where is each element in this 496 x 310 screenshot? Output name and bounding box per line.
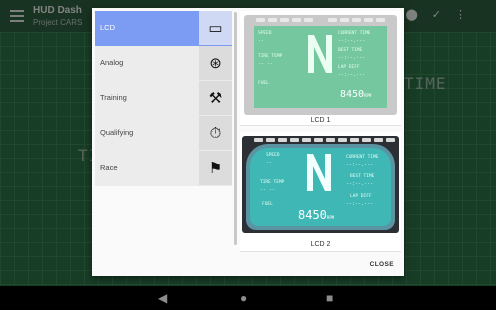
checkered-flag-icon: ⚑: [199, 151, 232, 185]
gear-indicator: [307, 154, 331, 191]
lcd-1-screen: SPEED -- TIRE TEMP -- -- FUEL CURRENT TI…: [254, 26, 387, 108]
list-scrollbar[interactable]: [234, 12, 237, 245]
current-time-value: --:--.---: [338, 38, 366, 44]
lap-diff-value: --:--.---: [338, 72, 366, 78]
stopwatch-icon: ⏱: [199, 116, 232, 150]
tools-icon: ⚒: [199, 81, 232, 115]
preview-caption: LCD 2: [310, 241, 331, 248]
best-time-label: BEST TIME: [350, 174, 375, 179]
category-label: Analog: [100, 58, 124, 67]
close-button[interactable]: CLOSE: [370, 261, 394, 268]
category-item-race[interactable]: Race ⚑: [95, 151, 232, 186]
gauge-icon: ⊛: [199, 46, 232, 80]
category-label: Race: [100, 163, 118, 172]
rpm-readout: 8450RPM: [298, 208, 335, 222]
speed-value: --: [258, 38, 265, 44]
lcd-2-thumbnail: SPEED -- TIRE TEMP -- -- FUEL CURRENT TI…: [242, 136, 399, 233]
category-item-analog[interactable]: Analog ⊛: [95, 46, 232, 81]
lcd-2-bezel: SPEED -- TIRE TEMP -- -- FUEL CURRENT TI…: [246, 144, 395, 230]
category-label: Training: [100, 93, 127, 102]
lcd-1-thumbnail: SPEED -- TIRE TEMP -- -- FUEL CURRENT TI…: [244, 15, 397, 115]
best-time-value: --:--.---: [338, 55, 366, 61]
fuel-label: FUEL: [262, 202, 273, 207]
gear-indicator: [308, 35, 332, 73]
tire-temp-value: -- --: [258, 61, 274, 67]
tire-temp-label: TIRE TEMP: [258, 54, 283, 59]
category-item-lcd[interactable]: LCD ▭: [95, 11, 232, 46]
tire-temp-label: TIRE TEMP: [260, 180, 285, 185]
fuel-label: FUEL: [258, 81, 269, 86]
lap-diff-label: LAP DIFF: [350, 194, 372, 199]
layout-category-list: LCD ▭ Analog ⊛ Training ⚒ Qualifying ⏱ R…: [95, 11, 232, 186]
lap-diff-value: --:--.---: [346, 201, 374, 207]
current-time-label: CURRENT TIME: [338, 31, 371, 36]
current-time-value: --:--.---: [346, 162, 374, 168]
best-time-label: BEST TIME: [338, 48, 363, 53]
tire-temp-value: -- --: [260, 187, 276, 193]
lap-diff-label: LAP DIFF: [338, 65, 360, 70]
lcd-2-screen: SPEED -- TIRE TEMP -- -- FUEL CURRENT TI…: [250, 148, 391, 226]
category-item-training[interactable]: Training ⚒: [95, 81, 232, 116]
category-item-qualifying[interactable]: Qualifying ⏱: [95, 116, 232, 151]
best-time-value: --:--.---: [346, 181, 374, 187]
current-time-label: CURRENT TIME: [346, 155, 379, 160]
category-label: Qualifying: [100, 128, 134, 137]
speed-label: SPEED: [266, 153, 280, 158]
preview-lcd-2[interactable]: SPEED -- TIRE TEMP -- -- FUEL CURRENT TI…: [240, 132, 401, 252]
rectangle-icon: ▭: [199, 11, 232, 45]
layout-picker-dialog: LCD ▭ Analog ⊛ Training ⚒ Qualifying ⏱ R…: [92, 8, 404, 276]
rpm-readout: 8450RPM: [340, 89, 372, 100]
speed-label: SPEED: [258, 31, 272, 36]
preview-caption: LCD 1: [310, 117, 331, 124]
preview-lcd-1[interactable]: SPEED -- TIRE TEMP -- -- FUEL CURRENT TI…: [240, 11, 401, 126]
category-label: LCD: [100, 23, 116, 32]
speed-value: --: [266, 160, 273, 166]
